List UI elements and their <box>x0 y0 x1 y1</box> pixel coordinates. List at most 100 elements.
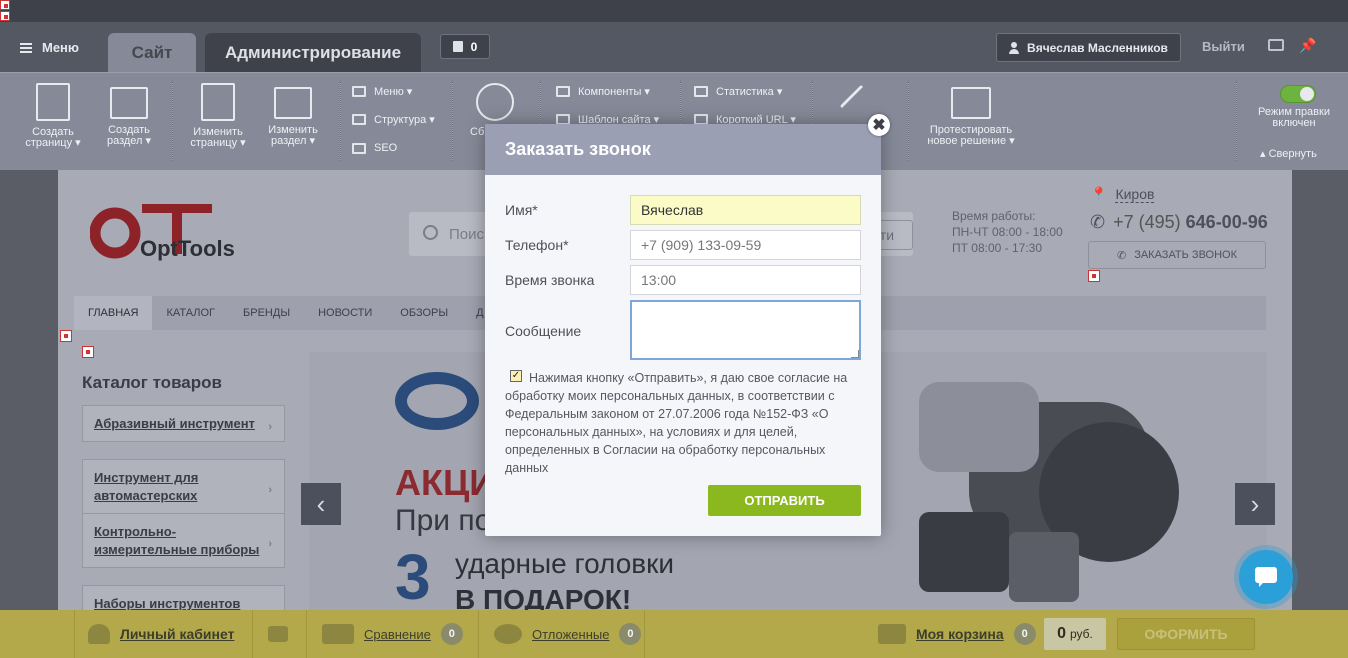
create-page-button[interactable]: Создать страницу ▾ <box>18 83 88 149</box>
catalog-item[interactable]: Контрольно-измерительные приборы › <box>82 513 285 568</box>
callback-button[interactable]: ✆ ЗАКАЗАТЬ ЗВОНОК <box>1088 241 1266 269</box>
message-textarea[interactable] <box>630 300 861 360</box>
phone-input[interactable] <box>630 230 861 260</box>
edit-marker[interactable] <box>1088 270 1100 282</box>
cart-sum-currency: руб. <box>1070 627 1093 641</box>
cart-icon <box>878 624 906 644</box>
chevron-up-icon: ▴ <box>1260 148 1269 160</box>
checkout-button[interactable]: ОФОРМИТЬ <box>1117 618 1255 650</box>
notifications-count: 0 <box>470 39 478 54</box>
hamburger-icon <box>20 42 32 53</box>
pin-icon[interactable]: 📌 <box>1299 37 1316 54</box>
chevron-right-icon: › <box>268 483 272 496</box>
edit-page-icon <box>201 83 235 121</box>
phone-digits: 646-00-96 <box>1185 212 1268 232</box>
logout-link[interactable]: Выйти <box>1202 39 1245 54</box>
edit-marker[interactable] <box>60 330 72 342</box>
nav-item-home[interactable]: ГЛАВНАЯ <box>74 296 153 330</box>
create-section-label-2: раздел ▾ <box>106 135 152 147</box>
deferred-label: Отложенные <box>532 626 610 642</box>
toolbar-separator <box>340 81 341 161</box>
edit-mode-toggle[interactable] <box>1280 85 1316 103</box>
phone-icon: ✆ <box>1090 212 1106 232</box>
menu-label: Меню <box>42 40 80 55</box>
seo-button[interactable]: SEO <box>352 142 397 154</box>
phone-number[interactable]: ✆ +7 (495) 646-00-96 <box>1090 212 1268 233</box>
edit-folder-icon <box>274 87 312 119</box>
catalog-item[interactable]: Абразивный инструмент › <box>82 405 285 442</box>
submit-button[interactable]: ОТПРАВИТЬ <box>708 485 861 516</box>
bottom-separator <box>478 610 479 658</box>
hours-title: Время работы: <box>952 209 1036 223</box>
compare-count: 0 <box>440 623 463 645</box>
chat-widget-button[interactable] <box>1239 550 1293 604</box>
catalog-title: Каталог товаров <box>82 373 222 392</box>
cart-sum: 0 руб. <box>1044 618 1106 650</box>
refresh-icon <box>476 83 514 121</box>
grid-icon <box>352 114 366 125</box>
create-section-button[interactable]: Создать раздел ▾ <box>94 83 164 147</box>
keyboard-icon[interactable] <box>1268 39 1284 51</box>
phone-icon: ✆ <box>1116 249 1127 262</box>
catalog-item-label: Наборы инструментов <box>94 596 241 611</box>
resize-handle[interactable] <box>851 350 859 358</box>
time-input[interactable] <box>630 265 861 295</box>
deferred-link[interactable]: Отложенные 0 <box>494 610 642 658</box>
account-link[interactable]: Личный кабинет <box>88 610 234 658</box>
edit-section-button[interactable]: Изменить раздел ▾ <box>258 83 328 147</box>
catalog-item-label: Контрольно-измерительные приборы <box>94 524 260 557</box>
account-label: Личный кабинет <box>120 626 235 642</box>
edit-mode-label-2: включен <box>1272 117 1316 129</box>
consent-checkbox[interactable]: ✓ <box>510 370 522 382</box>
message-label: Сообщение <box>505 323 582 339</box>
notifications-button[interactable]: 0 <box>440 34 490 59</box>
name-input[interactable] <box>630 195 861 225</box>
city-name: Киров <box>1115 186 1155 203</box>
slider-next-button[interactable]: › <box>1235 483 1275 525</box>
nav-item-news[interactable]: НОВОСТИ <box>304 296 386 330</box>
bar-chart-icon <box>322 624 354 644</box>
user-profile-button[interactable]: Вячеслав Масленников <box>996 33 1181 62</box>
logout-icon-button[interactable] <box>268 610 288 658</box>
window-top-strip <box>0 0 1348 22</box>
nav-item-brands[interactable]: БРЕНДЫ <box>229 296 304 330</box>
banner-promo: АКЦИ <box>395 462 496 503</box>
site-logo[interactable]: OptTools <box>90 200 240 270</box>
impact-wrench-image <box>919 382 1179 602</box>
banner-line-2: При по <box>395 504 492 537</box>
chevron-right-icon: › <box>268 420 272 433</box>
test-solution-button[interactable]: Протестировать новое решение ▾ <box>922 83 1020 147</box>
structure-dropdown[interactable]: Структура ▾ <box>352 113 435 126</box>
working-hours: Время работы: ПН-ЧТ 08:00 - 18:00 ПТ 08:… <box>952 208 1063 256</box>
chart-line-icon <box>352 142 366 154</box>
city-selector[interactable]: 📍 Киров <box>1090 186 1155 203</box>
cart-sum-value: 0 <box>1057 625 1066 642</box>
callback-button-label: ЗАКАЗАТЬ ЗВОНОК <box>1134 249 1238 261</box>
components-dropdown[interactable]: Компоненты ▾ <box>556 85 650 98</box>
menu-dropdown[interactable]: Меню ▾ <box>352 85 412 98</box>
cart-link[interactable]: Моя корзина 0 <box>878 610 1036 658</box>
statistics-dropdown[interactable]: Статистика ▾ <box>694 85 782 98</box>
nav-item-catalog[interactable]: КАТАЛОГ <box>152 296 229 330</box>
edit-marker[interactable] <box>0 11 10 21</box>
nav-item-reviews[interactable]: ОБЗОРЫ <box>386 296 462 330</box>
tab-site[interactable]: Сайт <box>108 33 196 72</box>
create-page-label-2: страницу ▾ <box>25 137 81 149</box>
user-icon <box>88 624 110 644</box>
collapse-button[interactable]: ▴ Свернуть <box>1260 147 1317 160</box>
structure-label: Структура ▾ <box>374 114 435 126</box>
slider-prev-button[interactable]: ‹ <box>301 483 341 525</box>
compare-link[interactable]: Сравнение 0 <box>322 610 463 658</box>
phone-label: Телефон* <box>505 237 569 253</box>
catalog-item[interactable]: Инструмент для автомастерских › <box>82 459 285 514</box>
close-icon[interactable]: ✖ <box>868 114 890 136</box>
brand-logo-icon <box>395 372 479 430</box>
menu-button[interactable]: Меню <box>20 40 79 55</box>
cart-count: 0 <box>1013 623 1036 645</box>
bottom-separator <box>644 610 645 658</box>
tab-administration[interactable]: Администрирование <box>205 33 421 72</box>
catalog-item-label: Инструмент для автомастерских <box>94 470 199 503</box>
edit-marker[interactable] <box>82 346 94 358</box>
edit-page-button[interactable]: Изменить страницу ▾ <box>183 83 253 149</box>
edit-marker[interactable] <box>0 0 10 10</box>
